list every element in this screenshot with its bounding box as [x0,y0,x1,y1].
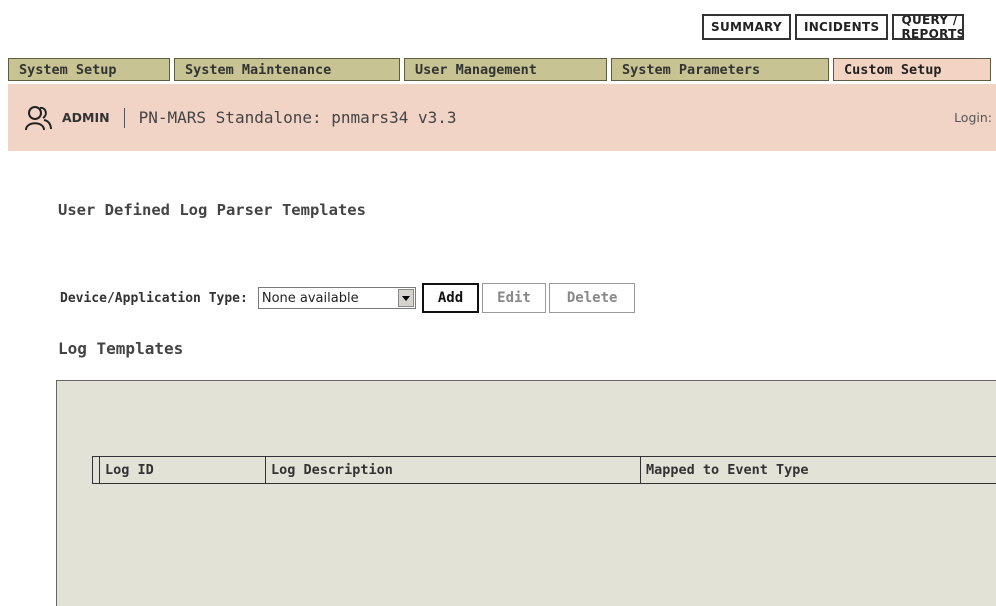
device-type-label: Device/Application Type: [60,290,248,306]
nav-tab-system-setup[interactable]: System Setup [8,58,170,81]
column-grip[interactable] [93,457,100,483]
admin-nav: System Setup System Maintenance User Man… [8,58,996,81]
log-templates-title: Log Templates [58,339,184,358]
device-type-select[interactable]: None available [257,287,416,309]
system-title: PN-MARS Standalone: pnmars34 v3.3 [138,108,457,127]
header-divider [123,107,125,128]
tab-summary[interactable]: SUMMARY [702,14,791,40]
add-button[interactable]: Add [421,283,480,313]
edit-button[interactable]: Edit [482,283,546,313]
admin-label: ADMIN [62,110,110,125]
tab-query-reports[interactable]: QUERY / REPORTS [892,14,965,40]
delete-button[interactable]: Delete [548,283,636,313]
nav-tab-system-parameters[interactable]: System Parameters [611,58,829,81]
device-type-value: None available [261,290,359,306]
dropdown-arrow-icon[interactable] [397,289,414,307]
device-type-row: Device/Application Type: None available … [60,283,636,313]
column-log-description[interactable]: Log Description [266,457,641,483]
log-templates-panel: Log ID Log Description Mapped to Event T… [56,380,996,606]
login-label: Login: [954,110,992,125]
column-log-id[interactable]: Log ID [100,457,266,483]
top-nav: SUMMARY INCIDENTS QUERY / REPORTS [702,14,968,40]
admin-header: ADMIN PN-MARS Standalone: pnmars34 v3.3 … [8,84,996,151]
log-templates-table-header: Log ID Log Description Mapped to Event T… [92,456,996,484]
nav-tab-system-maintenance[interactable]: System Maintenance [174,58,400,81]
nav-tab-user-management[interactable]: User Management [404,58,607,81]
nav-tab-custom-setup[interactable]: Custom Setup [833,58,991,81]
tab-incidents[interactable]: INCIDENTS [794,14,889,40]
users-icon [25,105,52,130]
column-mapped-event-type[interactable]: Mapped to Event Type [641,457,996,483]
page-title: User Defined Log Parser Templates [58,201,366,219]
